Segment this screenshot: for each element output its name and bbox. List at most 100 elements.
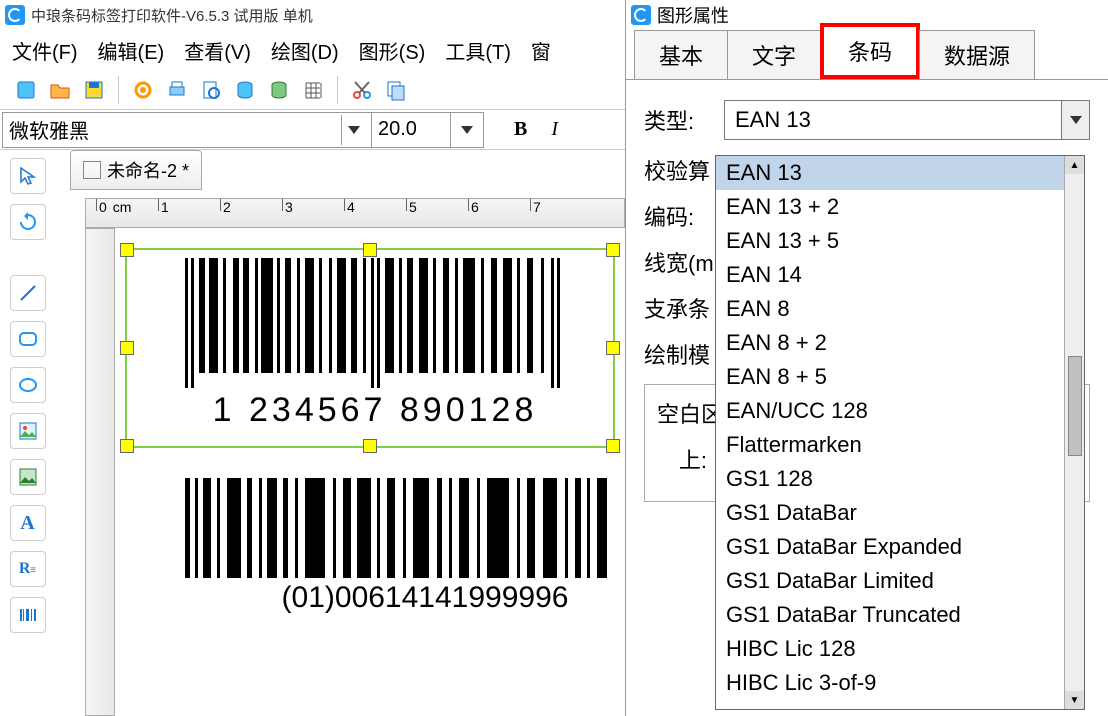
size-dropdown-icon[interactable] bbox=[450, 112, 484, 148]
option-hibc3of9[interactable]: HIBC Lic 3-of-9 bbox=[716, 666, 1084, 700]
ruler-horizontal: 0 cm1234567 bbox=[85, 198, 625, 228]
document-tab[interactable]: 未命名-2 * bbox=[70, 150, 202, 190]
menu-tool[interactable]: 工具(T) bbox=[445, 36, 511, 65]
side-toolbar: A R≡ bbox=[0, 150, 55, 716]
barcode-tool[interactable] bbox=[10, 597, 46, 633]
handle-ne[interactable] bbox=[606, 243, 620, 257]
tab-barcode[interactable]: 条码 bbox=[820, 23, 920, 79]
type-combobox[interactable]: EAN 13 bbox=[724, 100, 1090, 140]
dropdown-scrollbar[interactable]: ▲ ▼ bbox=[1064, 156, 1084, 709]
scroll-up-icon[interactable]: ▲ bbox=[1065, 156, 1084, 174]
cut-button[interactable] bbox=[346, 74, 378, 106]
database2-button[interactable] bbox=[263, 74, 295, 106]
ellipse-tool[interactable] bbox=[10, 367, 46, 403]
richtext-tool[interactable]: R≡ bbox=[10, 551, 46, 587]
italic-button[interactable]: I bbox=[551, 118, 558, 141]
option-ean13-2[interactable]: EAN 13 + 2 bbox=[716, 190, 1084, 224]
panel-icon bbox=[631, 5, 651, 25]
handle-nw[interactable] bbox=[120, 243, 134, 257]
option-gs1databar-lim[interactable]: GS1 DataBar Limited bbox=[716, 564, 1084, 598]
rotate-tool[interactable] bbox=[10, 204, 46, 240]
app-title: 中琅条码标签打印软件-V6.5.3 试用版 单机 bbox=[31, 5, 313, 26]
handle-w[interactable] bbox=[120, 341, 134, 355]
handle-n[interactable] bbox=[363, 243, 377, 257]
barcode2-bars-icon bbox=[185, 478, 625, 578]
option-hibc128[interactable]: HIBC Lic 128 bbox=[716, 632, 1084, 666]
option-gs1128[interactable]: GS1 128 bbox=[716, 462, 1084, 496]
font-dropdown-icon[interactable] bbox=[341, 115, 365, 145]
handle-se[interactable] bbox=[606, 439, 620, 453]
open-button[interactable] bbox=[44, 74, 76, 106]
label-type: 类型: bbox=[644, 104, 724, 136]
label-top: 上: bbox=[657, 443, 707, 475]
tab-text[interactable]: 文字 bbox=[727, 30, 821, 79]
option-gs1databar-exp[interactable]: GS1 DataBar Expanded bbox=[716, 530, 1084, 564]
roundrect-tool[interactable] bbox=[10, 321, 46, 357]
pointer-tool[interactable] bbox=[10, 158, 46, 194]
new-button[interactable] bbox=[10, 74, 42, 106]
scroll-down-icon[interactable]: ▼ bbox=[1065, 691, 1084, 709]
title-bar: 中琅条码标签打印软件-V6.5.3 试用版 单机 bbox=[0, 0, 625, 30]
barcode1-text: 1 234567 890128 bbox=[135, 391, 615, 430]
print-button[interactable] bbox=[161, 74, 193, 106]
image2-tool[interactable] bbox=[10, 459, 46, 495]
option-ean8[interactable]: EAN 8 bbox=[716, 292, 1084, 326]
scroll-thumb[interactable] bbox=[1068, 356, 1082, 456]
option-gs1databar-trunc[interactable]: GS1 DataBar Truncated bbox=[716, 598, 1084, 632]
type-value: EAN 13 bbox=[735, 107, 811, 133]
work-area: A R≡ 未命名-2 * 0 cm1234567 bbox=[0, 150, 625, 716]
copy-button[interactable] bbox=[380, 74, 412, 106]
barcode-gs1[interactable]: (01)00614141999996 bbox=[185, 478, 665, 615]
option-ean8-5[interactable]: EAN 8 + 5 bbox=[716, 360, 1084, 394]
format-bar: 微软雅黑 20.0 B I bbox=[0, 110, 625, 150]
option-ean13[interactable]: EAN 13 bbox=[716, 156, 1084, 190]
option-ean8-2[interactable]: EAN 8 + 2 bbox=[716, 326, 1084, 360]
ruler-vertical bbox=[85, 228, 115, 716]
menu-shape[interactable]: 图形(S) bbox=[359, 36, 426, 65]
menu-bar: 文件(F) 编辑(E) 查看(V) 绘图(D) 图形(S) 工具(T) 窗 bbox=[0, 30, 625, 70]
option-eanucc128[interactable]: EAN/UCC 128 bbox=[716, 394, 1084, 428]
toolbar bbox=[0, 70, 625, 110]
handle-sw[interactable] bbox=[120, 439, 134, 453]
label-encoding: 编码: bbox=[644, 200, 724, 232]
font-select[interactable]: 微软雅黑 bbox=[2, 112, 372, 148]
tab-basic[interactable]: 基本 bbox=[634, 30, 728, 79]
menu-view[interactable]: 查看(V) bbox=[184, 36, 251, 65]
canvas[interactable]: 1 234567 890128 bbox=[115, 228, 625, 716]
menu-extra[interactable]: 窗 bbox=[531, 36, 551, 65]
type-dropdown-list: EAN 13 EAN 13 + 2 EAN 13 + 5 EAN 14 EAN … bbox=[715, 155, 1085, 710]
menu-edit[interactable]: 编辑(E) bbox=[98, 36, 165, 65]
preview-button[interactable] bbox=[195, 74, 227, 106]
panel-title: 图形属性 bbox=[657, 2, 729, 28]
option-ean14[interactable]: EAN 14 bbox=[716, 258, 1084, 292]
label-linewidth: 线宽(m bbox=[644, 246, 724, 278]
tab-datasource[interactable]: 数据源 bbox=[919, 30, 1035, 79]
barcode-ean13[interactable]: 1 234567 890128 bbox=[185, 258, 615, 428]
option-flattermarken[interactable]: Flattermarken bbox=[716, 428, 1084, 462]
text-tool[interactable]: A bbox=[10, 505, 46, 541]
size-input[interactable]: 20.0 bbox=[371, 112, 451, 148]
option-gs1databar[interactable]: GS1 DataBar bbox=[716, 496, 1084, 530]
document-area: 未命名-2 * 0 cm1234567 bbox=[55, 150, 625, 716]
document-tab-label: 未命名-2 * bbox=[107, 157, 189, 183]
option-ean13-5[interactable]: EAN 13 + 5 bbox=[716, 224, 1084, 258]
bold-button[interactable]: B bbox=[514, 118, 527, 141]
font-name: 微软雅黑 bbox=[9, 115, 89, 144]
barcode-bars-icon bbox=[185, 258, 615, 388]
label-drawmode: 绘制模 bbox=[644, 338, 724, 370]
grid-button[interactable] bbox=[297, 74, 329, 106]
handle-s[interactable] bbox=[363, 439, 377, 453]
settings-button[interactable] bbox=[127, 74, 159, 106]
type-dropdown-icon[interactable] bbox=[1061, 101, 1089, 139]
menu-draw[interactable]: 绘图(D) bbox=[271, 36, 339, 65]
image1-tool[interactable] bbox=[10, 413, 46, 449]
app-icon bbox=[5, 5, 25, 25]
save-button[interactable] bbox=[78, 74, 110, 106]
label-bearer: 支承条 bbox=[644, 292, 724, 324]
line-tool[interactable] bbox=[10, 275, 46, 311]
panel-tabs: 基本 文字 条码 数据源 bbox=[626, 30, 1108, 80]
label-checksum: 校验算 bbox=[644, 154, 724, 186]
database1-button[interactable] bbox=[229, 74, 261, 106]
main-window: 中琅条码标签打印软件-V6.5.3 试用版 单机 文件(F) 编辑(E) 查看(… bbox=[0, 0, 625, 716]
menu-file[interactable]: 文件(F) bbox=[12, 36, 78, 65]
